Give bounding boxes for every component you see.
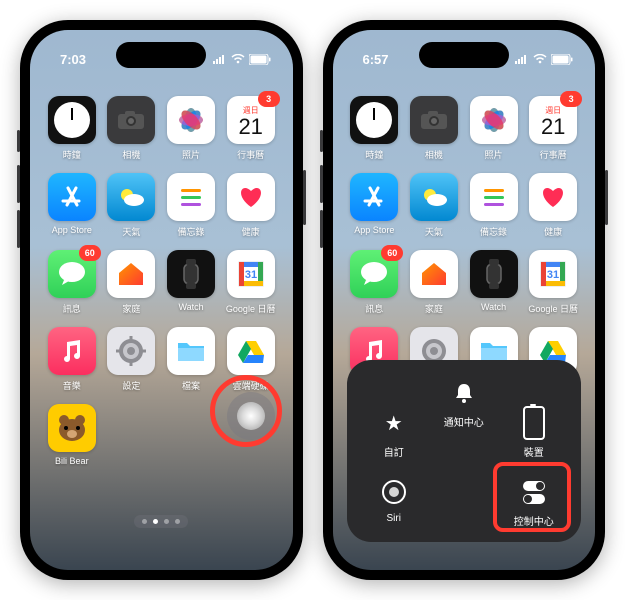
app-watch[interactable]: Watch xyxy=(468,250,520,315)
clock-icon xyxy=(350,96,398,144)
google-calendar-icon: 31 xyxy=(227,250,275,298)
dynamic-island[interactable] xyxy=(116,42,206,68)
mute-switch[interactable] xyxy=(320,130,323,152)
camera-icon xyxy=(410,96,458,144)
app-google-calendar[interactable]: 31Google 日曆 xyxy=(225,250,277,315)
wifi-icon xyxy=(533,54,547,64)
photos-icon xyxy=(167,96,215,144)
home-screen[interactable]: 6:57 時鐘 相機 照片 週日213行事曆 App Store 天氣 備忘錄 … xyxy=(333,30,596,570)
app-clock[interactable]: 時鐘 xyxy=(46,96,98,161)
appstore-icon xyxy=(48,173,96,221)
app-camera[interactable]: 相機 xyxy=(408,96,460,161)
home-icon xyxy=(107,250,155,298)
calendar-icon: 週日213 xyxy=(227,96,275,144)
app-settings[interactable]: 設定 xyxy=(106,327,158,392)
google-drive-icon xyxy=(227,327,275,375)
battery-icon xyxy=(249,54,271,65)
watch-icon xyxy=(470,250,518,298)
files-icon xyxy=(167,327,215,375)
page-indicator[interactable] xyxy=(134,515,188,528)
weather-icon xyxy=(107,173,155,221)
app-google-calendar[interactable]: 31Google 日曆 xyxy=(527,250,579,315)
health-icon xyxy=(529,173,577,221)
side-button[interactable] xyxy=(303,170,306,225)
app-messages[interactable]: 60訊息 xyxy=(46,250,98,315)
status-time: 6:57 xyxy=(363,52,389,67)
app-bilibear[interactable]: Bili Bear xyxy=(46,404,98,466)
status-time: 7:03 xyxy=(60,52,86,67)
volume-up-button[interactable] xyxy=(17,165,20,203)
at-custom-button[interactable]: ★ 自訂 xyxy=(359,408,429,459)
volume-up-button[interactable] xyxy=(320,165,323,203)
cellular-signal-icon xyxy=(213,54,227,64)
health-icon xyxy=(227,173,275,221)
app-watch[interactable]: Watch xyxy=(165,250,217,315)
cellular-signal-icon xyxy=(515,54,529,64)
app-appstore[interactable]: App Store xyxy=(46,173,98,238)
assistive-touch-highlight xyxy=(210,375,282,447)
app-appstore[interactable]: App Store xyxy=(349,173,401,238)
app-calendar[interactable]: 週日213行事曆 xyxy=(225,96,277,161)
svg-text:31: 31 xyxy=(547,269,559,281)
app-files[interactable]: 檔案 xyxy=(165,327,217,392)
app-messages[interactable]: 60訊息 xyxy=(349,250,401,315)
bilibear-icon xyxy=(48,404,96,452)
app-photos[interactable]: 照片 xyxy=(165,96,217,161)
app-photos[interactable]: 照片 xyxy=(468,96,520,161)
weather-icon xyxy=(410,173,458,221)
watch-icon xyxy=(167,250,215,298)
app-reminders[interactable]: 備忘錄 xyxy=(468,173,520,238)
messages-badge: 60 xyxy=(381,245,403,261)
messages-badge: 60 xyxy=(79,245,101,261)
settings-icon xyxy=(107,327,155,375)
volume-down-button[interactable] xyxy=(17,210,20,248)
calendar-icon: 週日213 xyxy=(529,96,577,144)
control-center-highlight xyxy=(493,462,571,532)
volume-down-button[interactable] xyxy=(320,210,323,248)
app-camera[interactable]: 相機 xyxy=(106,96,158,161)
music-icon xyxy=(48,327,96,375)
clock-icon xyxy=(48,96,96,144)
app-home[interactable]: 家庭 xyxy=(106,250,158,315)
calendar-badge: 3 xyxy=(560,91,582,107)
camera-icon xyxy=(107,96,155,144)
home-icon xyxy=(410,250,458,298)
wifi-icon xyxy=(231,54,245,64)
photos-icon xyxy=(470,96,518,144)
at-device-button[interactable]: 裝置 xyxy=(499,408,569,459)
app-music[interactable]: 音樂 xyxy=(46,327,98,392)
home-screen[interactable]: 7:03 時鐘 相機 照片 週日213行事曆 App Store 天氣 備忘錄 … xyxy=(30,30,293,570)
siri-icon xyxy=(379,477,409,507)
dynamic-island[interactable] xyxy=(419,42,509,68)
device-icon xyxy=(519,408,549,438)
reminders-icon xyxy=(470,173,518,221)
star-icon: ★ xyxy=(379,408,409,438)
messages-icon: 60 xyxy=(350,250,398,298)
at-notification-center-button[interactable]: 通知中心 xyxy=(429,378,499,459)
app-health[interactable]: 健康 xyxy=(527,173,579,238)
google-calendar-icon: 31 xyxy=(529,250,577,298)
svg-text:31: 31 xyxy=(245,269,257,281)
at-siri-button[interactable]: Siri xyxy=(359,477,429,528)
app-weather[interactable]: 天氣 xyxy=(106,173,158,238)
apps-grid: 時鐘 相機 照片 週日213行事曆 App Store 天氣 備忘錄 健康 60… xyxy=(333,74,596,392)
messages-icon: 60 xyxy=(48,250,96,298)
phone-right: 6:57 時鐘 相機 照片 週日213行事曆 App Store 天氣 備忘錄 … xyxy=(323,20,606,580)
assistive-touch-menu: ★ 自訂 通知中心 裝置 Siri 控制中心 xyxy=(347,360,581,542)
app-reminders[interactable]: 備忘錄 xyxy=(165,173,217,238)
phone-left: 7:03 時鐘 相機 照片 週日213行事曆 App Store 天氣 備忘錄 … xyxy=(20,20,303,580)
side-button[interactable] xyxy=(605,170,608,225)
app-home[interactable]: 家庭 xyxy=(408,250,460,315)
app-calendar[interactable]: 週日213行事曆 xyxy=(527,96,579,161)
mute-switch[interactable] xyxy=(17,130,20,152)
calendar-badge: 3 xyxy=(258,91,280,107)
app-clock[interactable]: 時鐘 xyxy=(349,96,401,161)
app-weather[interactable]: 天氣 xyxy=(408,173,460,238)
appstore-icon xyxy=(350,173,398,221)
reminders-icon xyxy=(167,173,215,221)
bell-icon xyxy=(449,378,479,408)
app-health[interactable]: 健康 xyxy=(225,173,277,238)
battery-icon xyxy=(551,54,573,65)
